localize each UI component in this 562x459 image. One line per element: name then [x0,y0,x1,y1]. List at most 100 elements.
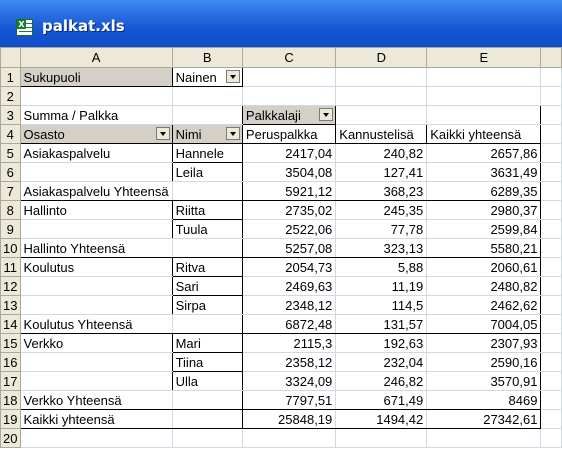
cell[interactable] [540,124,562,144]
nimi-cell[interactable]: Ritva [171,257,243,277]
osasto-cell[interactable] [19,219,173,239]
cell[interactable] [241,86,337,106]
peruspalkka-cell[interactable]: 2348,12 [241,295,337,315]
cell[interactable] [540,67,562,87]
peruspalkka-cell[interactable]: 3324,09 [241,371,337,391]
peruspalkka-cell[interactable]: 2115,3 [241,333,337,353]
window-title-bar[interactable]: X palkat.xls [0,0,562,48]
osasto-cell[interactable]: Asiakaspalvelu [19,143,173,163]
column-header-e[interactable]: E [426,47,542,68]
nimi-cell[interactable]: Tiina [171,352,243,372]
column-header-f[interactable] [540,47,562,68]
cell[interactable] [540,86,562,106]
cell[interactable] [171,314,243,334]
cell[interactable] [540,162,562,182]
subtotal-label-cell[interactable]: Verkko Yhteensä [19,390,173,410]
cell[interactable] [171,238,243,258]
yhteensa-cell[interactable]: 2599,84 [426,219,542,239]
row-header[interactable]: 9 [0,219,21,239]
peruspalkka-cell[interactable]: 2522,06 [241,219,337,239]
cell[interactable] [426,86,542,106]
value-header-peruspalkka[interactable]: Peruspalkka [241,124,337,144]
peruspalkka-cell[interactable]: 5257,08 [241,238,337,258]
row-header[interactable]: 11 [0,257,21,277]
cell[interactable] [171,409,243,429]
osasto-cell[interactable] [19,352,173,372]
row-header[interactable]: 10 [0,238,21,258]
kannustelisa-cell[interactable]: 368,23 [335,181,428,201]
nimi-cell[interactable]: Mari [171,333,243,353]
osasto-cell[interactable]: Verkko [19,333,173,353]
row-header[interactable]: 19 [0,409,21,429]
cell[interactable] [19,428,173,448]
row-header[interactable]: 14 [0,314,21,334]
nimi-cell[interactable]: Leila [171,162,243,182]
osasto-cell[interactable] [19,295,173,315]
kannustelisa-cell[interactable]: 240,82 [335,143,428,163]
peruspalkka-cell[interactable]: 2469,63 [241,276,337,296]
grand-total-label-cell[interactable]: Kaikki yhteensä [19,409,173,429]
nimi-cell[interactable]: Hannele [171,143,243,163]
osasto-cell[interactable] [19,162,173,182]
column-header-d[interactable]: D [335,47,428,68]
yhteensa-cell[interactable]: 7004,05 [426,314,542,334]
kannustelisa-cell[interactable]: 5,88 [335,257,428,277]
cell[interactable] [540,143,562,163]
row-header[interactable]: 12 [0,276,21,296]
cell[interactable] [171,428,243,448]
cell[interactable] [171,181,243,201]
cell[interactable] [540,371,562,391]
row-header[interactable]: 7 [0,181,21,201]
osasto-cell[interactable]: Hallinto [19,200,173,220]
peruspalkka-cell[interactable]: 2735,02 [241,200,337,220]
column-header-a[interactable]: A [19,47,173,68]
nimi-cell[interactable]: Sari [171,276,243,296]
page-field-label[interactable]: Sukupuoli [19,67,173,87]
row-header[interactable]: 16 [0,352,21,372]
worksheet[interactable]: A B C D E 1 Sukupuoli Nainen 2 3 Summa /… [0,47,562,459]
cell[interactable] [171,86,243,106]
row-header[interactable]: 5 [0,143,21,163]
subtotal-label-cell[interactable]: Hallinto Yhteensä [19,238,173,258]
row-header[interactable]: 1 [0,67,21,87]
yhteensa-cell[interactable]: 2590,16 [426,352,542,372]
cell[interactable] [171,105,243,125]
value-header-kannustelisa[interactable]: Kannustelisä [335,124,428,144]
pivot-column-field-cell[interactable]: Palkkalaji [241,105,337,125]
column-header-c[interactable]: C [241,47,337,68]
cell[interactable] [540,390,562,410]
kannustelisa-cell[interactable]: 114,5 [335,295,428,315]
cell[interactable] [540,200,562,220]
peruspalkka-cell[interactable]: 2054,73 [241,257,337,277]
nimi-dropdown-button[interactable] [225,127,240,140]
cell[interactable] [19,86,173,106]
row-header[interactable]: 15 [0,333,21,353]
yhteensa-cell[interactable]: 2462,62 [426,295,542,315]
cell[interactable] [335,67,428,87]
cell[interactable] [540,314,562,334]
yhteensa-cell[interactable]: 2307,93 [426,333,542,353]
kannustelisa-cell[interactable]: 1494,42 [335,409,428,429]
cell[interactable] [335,105,428,125]
kannustelisa-cell[interactable]: 245,35 [335,200,428,220]
osasto-cell[interactable]: Koulutus [19,257,173,277]
kannustelisa-cell[interactable]: 131,57 [335,314,428,334]
peruspalkka-cell[interactable]: 3504,08 [241,162,337,182]
cell[interactable] [540,352,562,372]
cell[interactable] [540,238,562,258]
cell[interactable] [426,428,542,448]
yhteensa-cell[interactable]: 2480,82 [426,276,542,296]
cell[interactable] [335,428,428,448]
pivot-row-field-osasto[interactable]: Osasto [19,124,173,144]
row-header[interactable]: 20 [0,428,21,448]
kannustelisa-cell[interactable]: 671,49 [335,390,428,410]
cell[interactable] [426,105,542,125]
peruspalkka-cell[interactable]: 7797,51 [241,390,337,410]
peruspalkka-cell[interactable]: 5921,12 [241,181,337,201]
cell[interactable] [540,257,562,277]
row-header[interactable]: 4 [0,124,21,144]
peruspalkka-cell[interactable]: 6872,48 [241,314,337,334]
nimi-cell[interactable]: Ulla [171,371,243,391]
nimi-cell[interactable]: Sirpa [171,295,243,315]
page-field-cell[interactable]: Nainen [171,67,243,87]
